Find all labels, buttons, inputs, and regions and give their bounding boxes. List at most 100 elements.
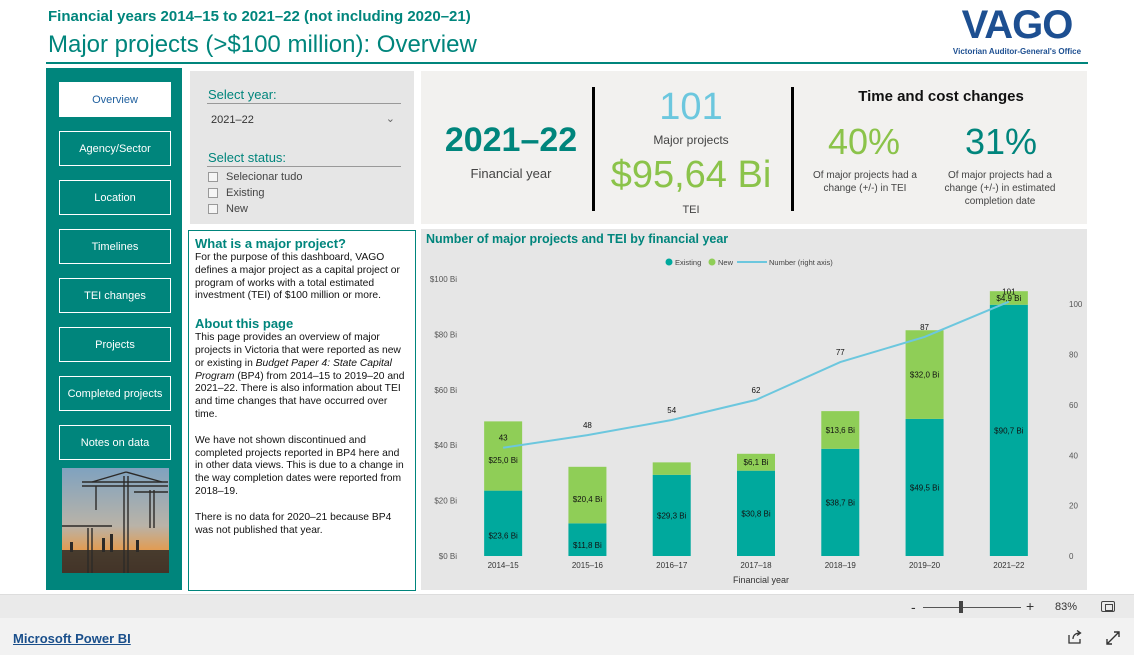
y-tick-label: $60 Bi — [434, 386, 457, 395]
footer-bar: Microsoft Power BI — [0, 618, 1134, 655]
data-label-new: $32,0 Bi — [910, 371, 940, 380]
nav-completed-projects-button[interactable]: Completed projects — [59, 376, 171, 411]
nav-notes-on-data-button[interactable]: Notes on data — [59, 425, 171, 460]
report-subtitle: Financial years 2014–15 to 2021–22 (not … — [48, 8, 471, 25]
report-page: Financial years 2014–15 to 2021–22 (not … — [0, 0, 1134, 655]
kpi-time-change-percent: 31% — [964, 121, 1038, 162]
line-data-label: 48 — [583, 421, 592, 430]
data-label-new: $13,6 Bi — [826, 426, 856, 435]
share-icon[interactable] — [1067, 630, 1083, 644]
kpi-time-change-label: Of major projects had a change (+/-) in … — [944, 170, 1056, 207]
data-label-new: $20,4 Bi — [573, 495, 603, 504]
zoom-slider-track[interactable] — [923, 607, 1021, 608]
zoom-out-button[interactable]: - — [911, 599, 916, 615]
nav-overview-button[interactable]: Overview — [59, 82, 171, 117]
nav-timelines-button[interactable]: Timelines — [59, 229, 171, 264]
header-divider — [46, 62, 1088, 64]
checkbox-icon — [208, 204, 218, 214]
status-option-select-all[interactable]: Selecionar tudo — [208, 170, 302, 184]
x-tick-label: 2017–18 — [740, 561, 772, 570]
what-is-major-project-heading: What is a major project? — [195, 236, 346, 251]
y2-tick-label: 40 — [1069, 451, 1078, 460]
nav-agency-sector-button[interactable]: Agency/Sector — [59, 131, 171, 166]
chart-title: Number of major projects and TEI by fina… — [426, 232, 729, 246]
y-tick-label: $100 Bi — [430, 275, 457, 284]
fit-to-page-icon[interactable] — [1101, 601, 1115, 612]
chevron-down-icon: ⌄ — [385, 113, 395, 125]
data-label-existing: $30,8 Bi — [741, 509, 771, 518]
side-navigation: Overview Agency/Sector Location Timeline… — [46, 68, 182, 590]
y-tick-label: $40 Bi — [434, 441, 457, 450]
data-label-existing: $38,7 Bi — [826, 498, 856, 507]
y-tick-label: $20 Bi — [434, 497, 457, 506]
kpi-divider-2 — [791, 87, 794, 211]
power-bi-link[interactable]: Microsoft Power BI — [13, 631, 131, 646]
kpi-major-projects-count: 101 — [659, 86, 723, 128]
about-page-text: This page provides an overview of major … — [195, 332, 405, 420]
x-tick-label: 2014–15 — [488, 561, 520, 570]
data-label-new: $25,0 Bi — [488, 456, 518, 465]
bar-existing — [484, 490, 523, 556]
legend-new-label: New — [718, 258, 734, 267]
y-tick-label: $0 Bi — [439, 552, 457, 561]
discontinued-note-text: We have not shown discontinued and compl… — [195, 434, 404, 497]
x-axis-title: Financial year — [733, 575, 789, 585]
year-label-rule — [207, 103, 401, 104]
checkbox-icon — [208, 188, 218, 198]
zoom-in-button[interactable]: + — [1026, 598, 1034, 614]
nav-tei-changes-button[interactable]: TEI changes — [59, 278, 171, 313]
legend-existing-marker — [665, 258, 673, 266]
kpi-divider-1 — [592, 87, 595, 211]
x-tick-label: 2019–20 — [909, 561, 941, 570]
x-tick-label: 2018–19 — [825, 561, 857, 570]
x-tick-label: 2016–17 — [656, 561, 688, 570]
y2-tick-label: 20 — [1069, 502, 1078, 511]
year-dropdown[interactable]: 2021–22 ⌄ — [207, 109, 401, 131]
legend-line-label: Number (right axis) — [769, 258, 833, 267]
line-data-label: 77 — [836, 348, 845, 357]
x-tick-label: 2015–16 — [572, 561, 604, 570]
about-page-heading: About this page — [195, 316, 294, 332]
construction-cranes-image — [62, 468, 169, 573]
filter-panel: Select year: 2021–22 ⌄ Select status: Se… — [190, 71, 414, 224]
chart-canvas: $0 Bi $20 Bi $40 Bi $60 Bi $80 Bi $100 Bi 0 20 4… — [430, 258, 1083, 585]
kpi-panel: 2021–22 Financial year 101 Major project… — [421, 71, 1087, 224]
data-label-existing: $23,6 Bi — [488, 531, 518, 540]
line-data-label: 87 — [920, 323, 929, 332]
kpi-tei-label: TEI — [682, 204, 700, 216]
what-is-major-project-text: For the purpose of this dashboard, VAGO … — [195, 252, 400, 302]
legend-existing-label: Existing — [675, 258, 701, 267]
status-slicer-label: Select status: — [208, 150, 287, 165]
status-option-existing[interactable]: Existing — [208, 186, 265, 200]
zoom-slider-thumb[interactable] — [959, 601, 963, 613]
kpi-financial-year: 2021–22 — [444, 121, 578, 159]
y2-tick-label: 60 — [1069, 401, 1078, 410]
bar-existing — [568, 523, 607, 556]
status-option-new[interactable]: New — [208, 202, 248, 216]
data-label-existing: $49,5 Bi — [910, 483, 940, 492]
y2-tick-label: 0 — [1069, 552, 1074, 561]
y-tick-label: $80 Bi — [434, 330, 457, 339]
bar-new — [652, 462, 691, 475]
data-label-existing: $90,7 Bi — [994, 426, 1024, 435]
kpi-financial-year-label: Financial year — [470, 166, 552, 181]
kpi-tei-value: $95,64 Bi — [610, 154, 772, 196]
logo-wordmark: VAGO — [961, 3, 1074, 47]
y2-tick-label: 80 — [1069, 351, 1078, 360]
page-title: Major projects (>$100 million): Overview — [48, 31, 477, 58]
kpi-tei-change-percent: 40% — [827, 121, 901, 162]
projects-tei-chart: $0 Bi $20 Bi $40 Bi $60 Bi $80 Bi $100 Bi 0 20 4… — [421, 229, 1087, 590]
x-tick-label: 2021–22 — [993, 561, 1025, 570]
year-dropdown-value: 2021–22 — [211, 114, 254, 126]
expand-icon[interactable] — [1105, 630, 1121, 646]
line-data-label: 43 — [499, 434, 508, 443]
legend-new-marker — [708, 258, 716, 266]
kpi-tei-change-label: Of major projects had a change (+/-) in … — [813, 170, 917, 194]
y2-tick-label: 100 — [1069, 300, 1083, 309]
zoom-bar: - + 83% — [0, 594, 1134, 618]
year-slicer-label: Select year: — [208, 87, 277, 102]
nav-location-button[interactable]: Location — [59, 180, 171, 215]
data-label-new: $6,1 Bi — [744, 458, 769, 467]
time-cost-changes-title: Time and cost changes — [858, 88, 1024, 105]
nav-projects-button[interactable]: Projects — [59, 327, 171, 362]
